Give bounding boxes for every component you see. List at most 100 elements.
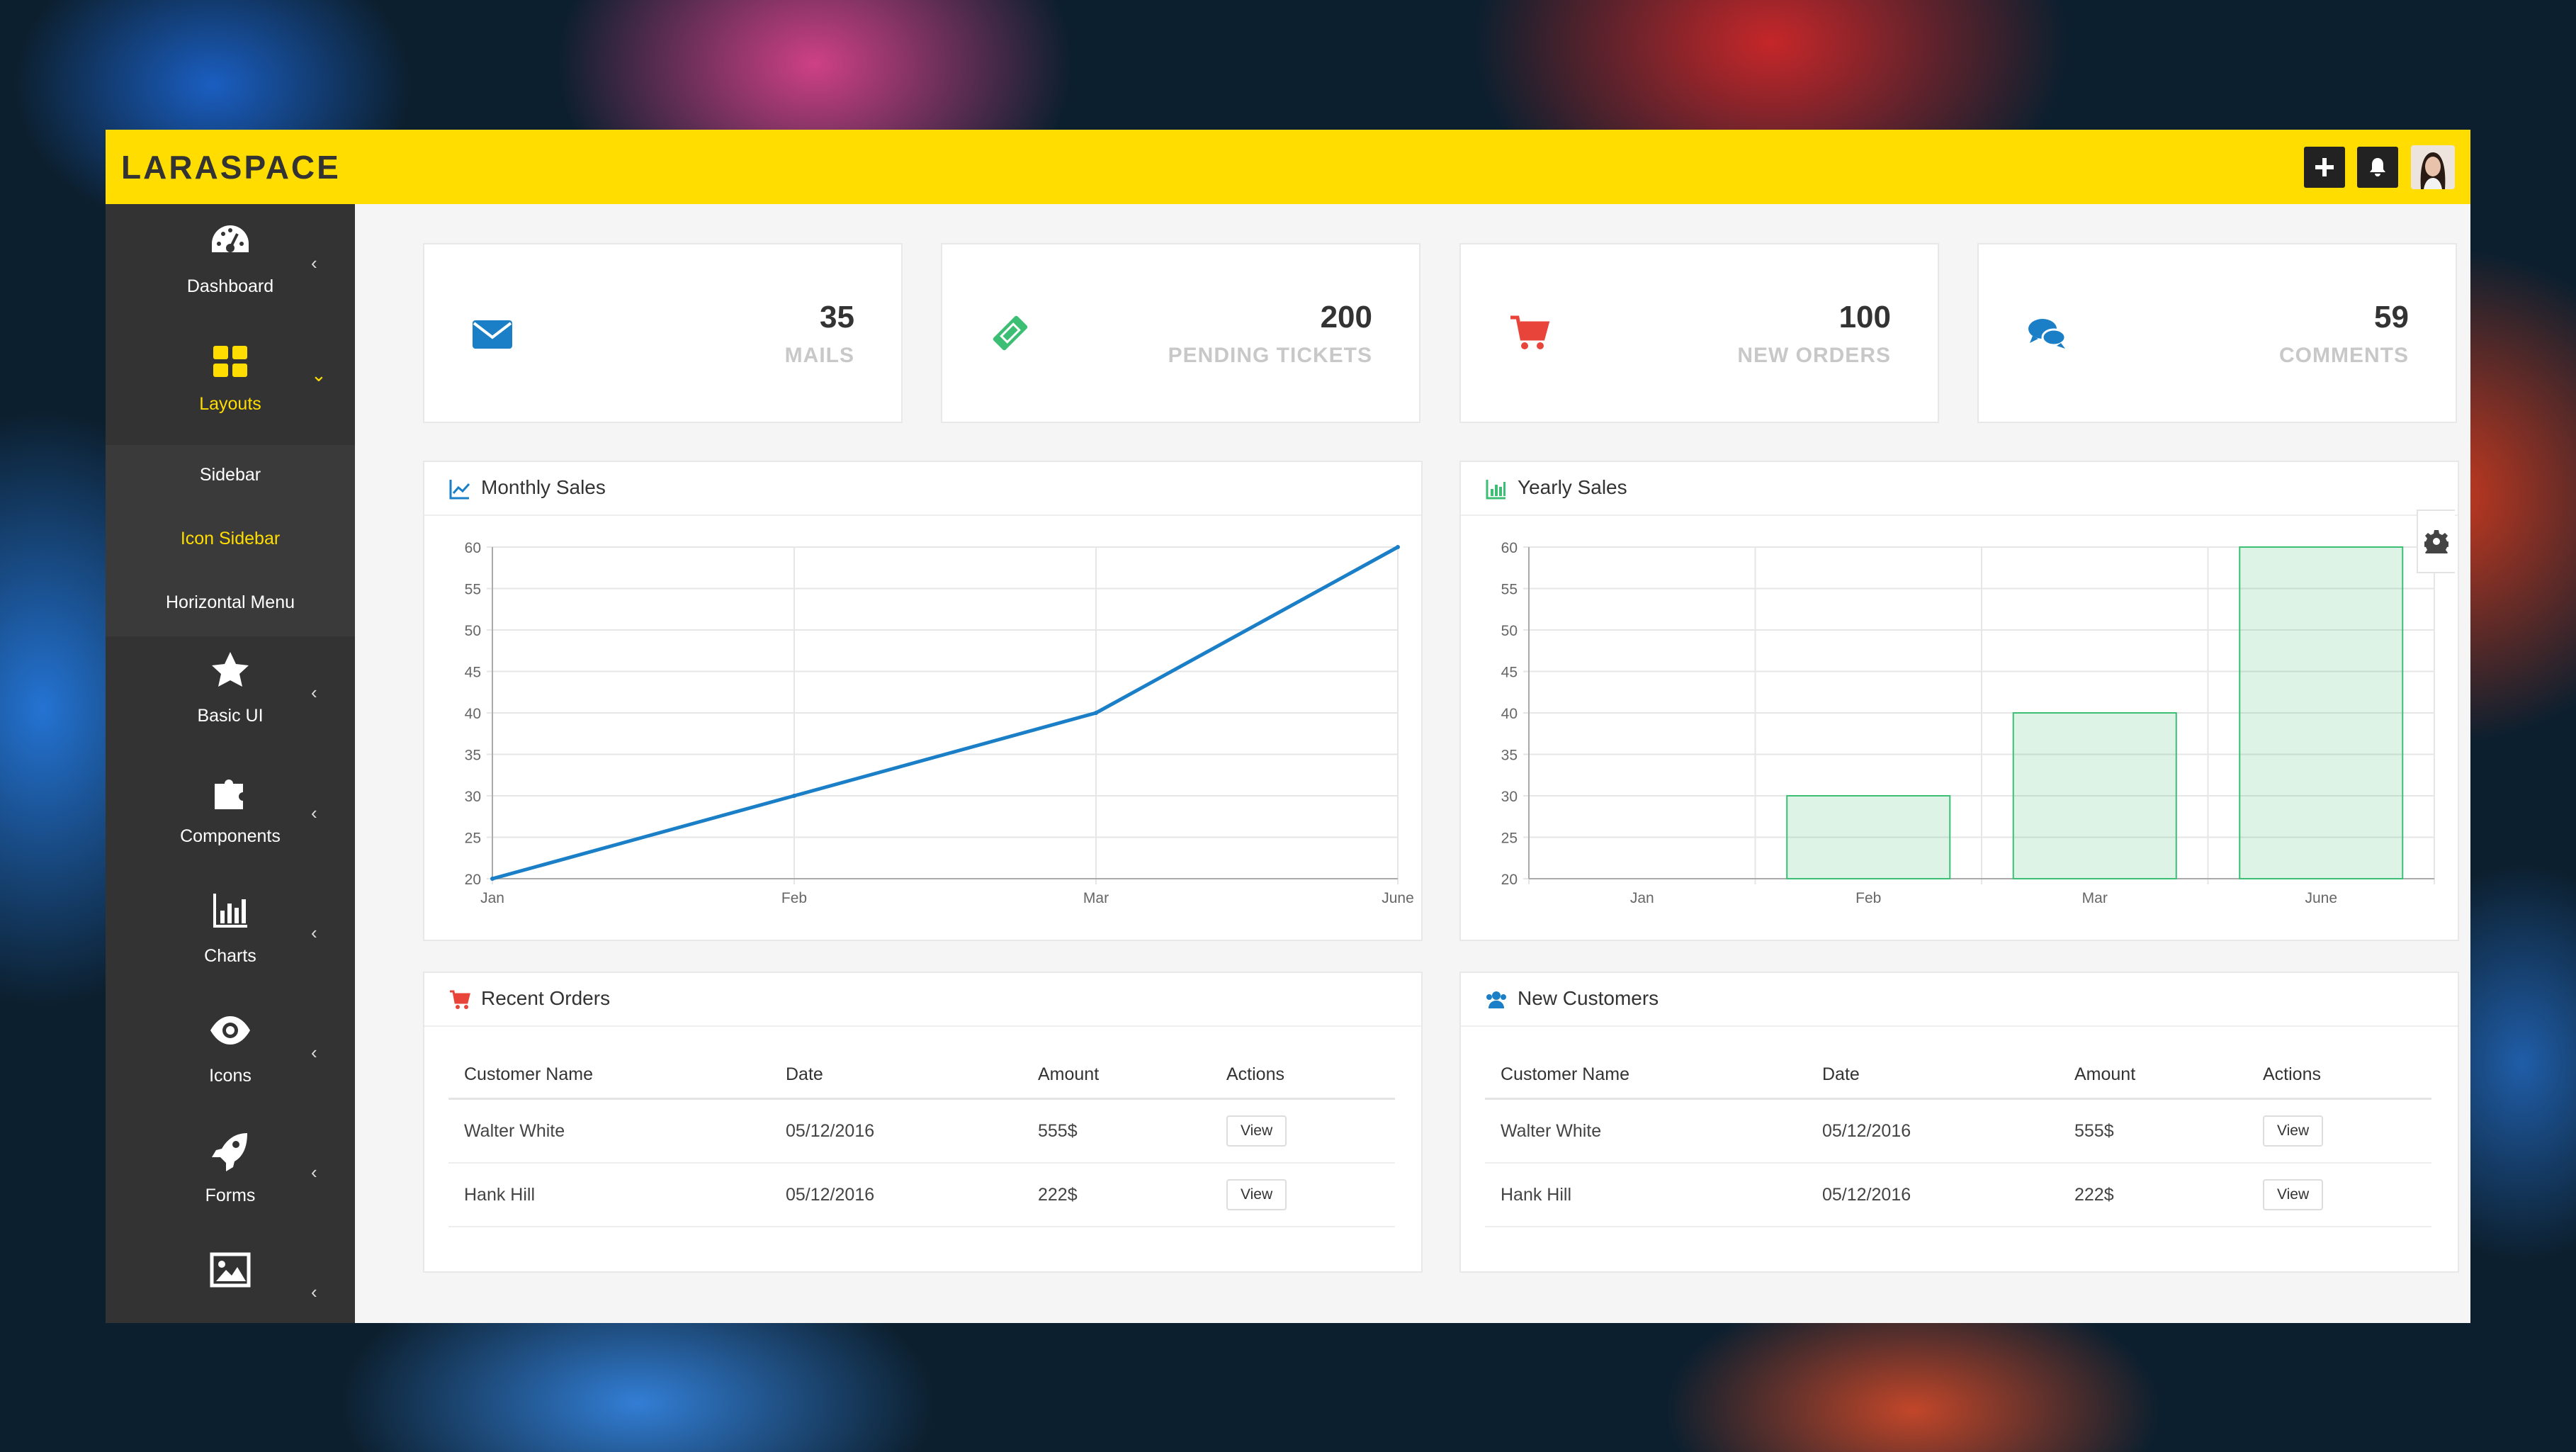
table-row: Walter White 05/12/2016 555$ View xyxy=(1485,1098,2431,1164)
panel-header: Recent Orders xyxy=(424,973,1421,1027)
app-window: LARASPACE Dashboard ‹ Layouts ⌄ Sidebar … xyxy=(106,130,2470,1323)
customer-name-cell: Hank Hill xyxy=(1485,1163,1807,1227)
user-avatar[interactable] xyxy=(2411,145,2455,189)
line-chart-icon xyxy=(449,480,470,500)
column-header-date: Date xyxy=(1807,1051,2059,1100)
view-button[interactable]: View xyxy=(1226,1115,1287,1147)
column-header-actions: Actions xyxy=(1211,1051,1395,1100)
actions-cell: View xyxy=(2247,1163,2431,1227)
cart-icon xyxy=(450,990,470,1009)
amount-cell: 222$ xyxy=(1022,1163,1211,1227)
recent-orders-panel: Recent Orders Customer Name Date Amount … xyxy=(423,972,1423,1273)
comments-icon xyxy=(2028,319,2067,349)
sidebar: Dashboard ‹ Layouts ⌄ Sidebar Icon Sideb… xyxy=(106,204,355,1323)
ticket-icon xyxy=(993,315,1028,351)
sidebar-item-icons[interactable]: Icons ‹ xyxy=(106,994,355,1114)
avatar-image xyxy=(2411,145,2455,189)
chevron-left-icon: ‹ xyxy=(311,1042,317,1063)
y-tick-label: 50 xyxy=(1501,623,1518,639)
y-tick-label: 30 xyxy=(1501,789,1518,805)
y-tick-label: 45 xyxy=(1501,665,1518,681)
y-tick-label: 55 xyxy=(465,582,481,598)
submenu-item-sidebar[interactable]: Sidebar xyxy=(106,465,355,485)
x-tick-label: Feb xyxy=(781,890,807,906)
sidebar-item-charts[interactable]: Charts ‹ xyxy=(106,874,355,994)
stat-value: 100 xyxy=(1838,300,1891,334)
y-tick-label: 40 xyxy=(465,706,481,722)
y-tick-label: 20 xyxy=(1501,872,1518,888)
bell-icon xyxy=(2370,158,2385,176)
x-tick-label: June xyxy=(1382,890,1414,906)
submenu-item-icon-sidebar[interactable]: Icon Sidebar xyxy=(106,529,355,549)
stat-label: PENDING TICKETS xyxy=(1168,344,1372,367)
y-tick-label: 55 xyxy=(1501,582,1518,598)
customer-name-cell: Walter White xyxy=(448,1098,770,1164)
chevron-left-icon: ‹ xyxy=(311,252,317,274)
new-customers-table: Customer Name Date Amount Actions Walter… xyxy=(1485,1051,2431,1227)
bar xyxy=(2239,546,2404,879)
sidebar-item-components[interactable]: Components ‹ xyxy=(106,754,355,874)
sidebar-item-layouts[interactable]: Layouts ⌄ xyxy=(106,325,355,445)
bar xyxy=(1786,795,1951,879)
add-button[interactable] xyxy=(2304,147,2345,188)
stat-label: MAILS xyxy=(784,344,854,367)
submenu-item-horizontal-menu[interactable]: Horizontal Menu xyxy=(106,592,355,613)
y-tick-label: 35 xyxy=(1501,748,1518,764)
panel-title: Recent Orders xyxy=(481,987,611,1009)
bar xyxy=(2012,712,2177,879)
layouts-icon xyxy=(213,346,247,377)
y-tick-label: 30 xyxy=(465,789,481,805)
y-tick-label: 60 xyxy=(1501,540,1518,556)
column-header-amount: Amount xyxy=(2059,1051,2247,1100)
plus-icon xyxy=(2315,158,2334,176)
stat-card-mails: 35 MAILS xyxy=(423,243,903,423)
y-tick-label: 20 xyxy=(465,872,481,888)
users-icon xyxy=(1486,991,1506,1008)
sidebar-item-basic-ui[interactable]: Basic UI ‹ xyxy=(106,634,355,754)
stat-card-comments: 59 COMMENTS xyxy=(1977,243,2457,423)
view-button[interactable]: View xyxy=(2263,1115,2324,1147)
view-button[interactable]: View xyxy=(1226,1179,1287,1210)
date-cell: 05/12/2016 xyxy=(1807,1163,2059,1227)
chevron-left-icon: ‹ xyxy=(311,1281,317,1302)
sidebar-item-label: Dashboard xyxy=(186,276,274,296)
y-tick-label: 45 xyxy=(465,665,481,681)
stat-label: NEW ORDERS xyxy=(1737,344,1891,367)
sidebar-item-label: Charts xyxy=(204,946,256,966)
main-content: 35 MAILS 200 PENDING TICKETS 100 NEW ORD… xyxy=(355,204,2470,1323)
chevron-left-icon: ‹ xyxy=(311,802,317,823)
actions-cell: View xyxy=(1211,1163,1395,1227)
stat-label: COMMENTS xyxy=(2279,344,2409,367)
column-header-actions: Actions xyxy=(2247,1051,2431,1100)
date-cell: 05/12/2016 xyxy=(770,1098,1022,1164)
sidebar-item-forms[interactable]: Forms ‹ xyxy=(106,1113,355,1234)
x-tick-label: Jan xyxy=(480,890,504,906)
cart-icon xyxy=(1510,315,1550,349)
brand-logo[interactable]: LARASPACE xyxy=(121,148,341,186)
y-tick-label: 25 xyxy=(1501,831,1518,847)
amount-cell: 222$ xyxy=(2059,1163,2247,1227)
column-header-customer-name: Customer Name xyxy=(1485,1051,1807,1100)
chevron-left-icon: ‹ xyxy=(311,682,317,703)
top-bar: LARASPACE xyxy=(106,130,2470,204)
sidebar-item-dashboard[interactable]: Dashboard ‹ xyxy=(106,204,355,325)
y-tick-label: 50 xyxy=(465,623,481,639)
view-button[interactable]: View xyxy=(2263,1179,2324,1210)
rocket-icon xyxy=(212,1133,247,1171)
panel-title: Yearly Sales xyxy=(1518,476,1627,498)
x-tick-label: June xyxy=(2305,890,2337,906)
chevron-down-icon: ⌄ xyxy=(311,364,327,385)
x-tick-label: Jan xyxy=(1630,890,1654,906)
stat-card-pending-tickets: 200 PENDING TICKETS xyxy=(941,243,1420,423)
puzzle-icon xyxy=(215,780,243,809)
notifications-button[interactable] xyxy=(2357,147,2398,188)
date-cell: 05/12/2016 xyxy=(1807,1098,2059,1164)
x-tick-label: Mar xyxy=(1083,890,1109,906)
date-cell: 05/12/2016 xyxy=(770,1163,1022,1227)
sidebar-item-gallery[interactable]: ‹ xyxy=(106,1233,355,1323)
stat-value: 200 xyxy=(1320,300,1372,334)
sidebar-item-label: Components xyxy=(180,826,281,846)
bar-chart-icon xyxy=(213,894,247,928)
settings-toggle[interactable] xyxy=(2417,510,2455,573)
table-row: Walter White 05/12/2016 555$ View xyxy=(448,1098,1395,1164)
